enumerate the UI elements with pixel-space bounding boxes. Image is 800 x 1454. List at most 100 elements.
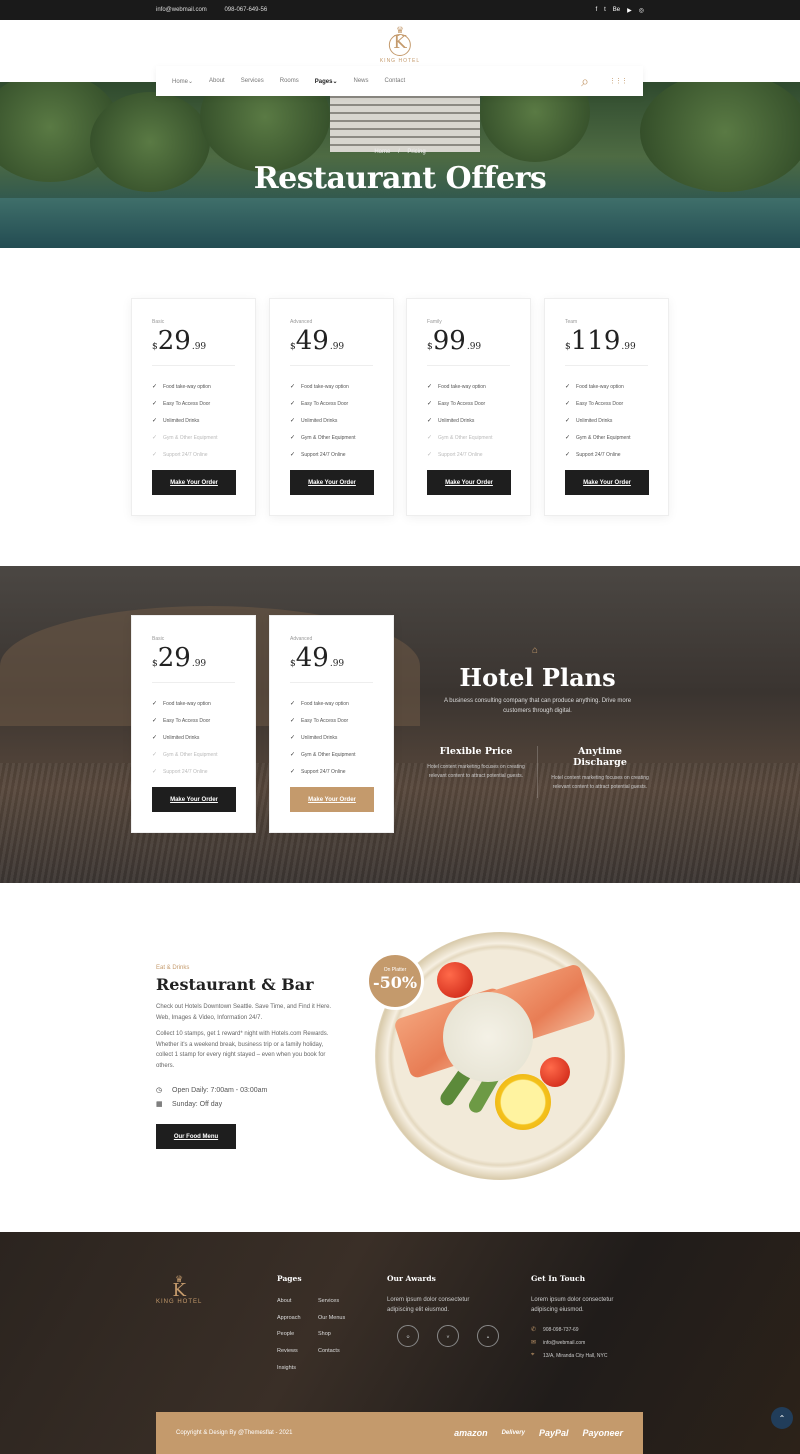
footer-link[interactable]: About <box>277 1298 291 1304</box>
feature-text: Hotel content marketing focuses on creat… <box>551 775 649 790</box>
feature-item: ✓ Food take-way option <box>290 700 349 708</box>
feature-item: ✓ Gym & Other Equipment <box>427 434 493 442</box>
check-icon: ✓ <box>152 384 158 390</box>
pricing-card: Basic $29.99 ✓ Food take-way option ✓ Easy… <box>131 615 256 833</box>
check-icon: ✓ <box>290 452 296 458</box>
pricing-card: Team $119.99 ✓ Food take-way option ✓ Easy… <box>544 298 669 516</box>
feature-item: ✓ Gym & Other Equipment <box>290 751 356 759</box>
phone-icon: ✆ <box>531 1327 537 1333</box>
check-icon: ✓ <box>152 701 158 707</box>
feature-item: ✓ Support 24/7 Online <box>427 451 483 459</box>
footer-link[interactable]: People <box>277 1331 294 1337</box>
nav-contact[interactable]: Contact <box>385 78 406 84</box>
order-button[interactable]: Make Your Order <box>290 787 374 812</box>
hotel-plans-description: A business consulting company that can p… <box>443 698 632 714</box>
check-icon: ✓ <box>152 735 158 741</box>
footer-contact-title: Get In Touch <box>531 1274 586 1283</box>
footer-email[interactable]: ✉ info@webmail.com <box>531 1339 585 1347</box>
grid-menu-icon[interactable]: ⋮⋮⋮ <box>609 77 628 85</box>
footer-link[interactable]: Our Menus <box>318 1315 345 1321</box>
order-button[interactable]: Make Your Order <box>290 470 374 495</box>
check-icon: ✓ <box>290 718 296 724</box>
footer-link[interactable]: Shop <box>318 1331 331 1337</box>
check-icon: ✓ <box>152 401 158 407</box>
food-menu-button[interactable]: Our Food Menu <box>156 1124 236 1149</box>
footer-link[interactable]: Services <box>318 1298 339 1304</box>
award-badge-icon: ❦ <box>437 1325 459 1347</box>
background-deck <box>0 763 800 883</box>
footer-link[interactable]: Reviews <box>277 1348 298 1354</box>
price: $49.99 <box>290 327 373 366</box>
hotel-plans-section <box>0 566 800 883</box>
site-logo[interactable]: ♛ K KING HOTEL <box>379 26 421 65</box>
logo-name: KING HOTEL <box>379 58 421 64</box>
check-icon: ✓ <box>152 718 158 724</box>
location-pin-icon: ⌖ <box>531 1352 535 1358</box>
breadcrumb-home[interactable]: Home <box>374 149 390 155</box>
check-icon: ✓ <box>290 752 296 758</box>
feature-item: ✓ Food take-way option <box>565 383 624 391</box>
restaurant-paragraph: Collect 10 stamps, get 1 reward* night w… <box>156 1031 329 1069</box>
nav-about[interactable]: About <box>209 78 225 84</box>
order-button[interactable]: Make Your Order <box>427 470 511 495</box>
amazon-logo: amazon <box>454 1428 488 1438</box>
check-icon: ✓ <box>290 735 296 741</box>
copyright-bar: Copyright & Design By @Themesflat - 2021… <box>156 1412 643 1454</box>
facebook-icon[interactable]: f <box>595 7 597 14</box>
order-button[interactable]: Make Your Order <box>152 470 236 495</box>
pricing-card: Advanced $49.99 ✓ Food take-way option ✓ E… <box>269 298 394 516</box>
award-badge-icon: ✿ <box>397 1325 419 1347</box>
footer-phone[interactable]: ✆ 908-098-737-69 <box>531 1326 579 1334</box>
closed-day: ▦ Sunday: Off day <box>156 1100 223 1109</box>
check-icon: ✓ <box>290 418 296 424</box>
behance-icon[interactable]: Be <box>613 7 620 14</box>
nav-rooms[interactable]: Rooms <box>280 78 299 84</box>
feature-item: ✓ Easy To Access Door <box>427 400 486 408</box>
pricing-tier: Advanced <box>290 636 313 642</box>
feature-item: ✓ Support 24/7 Online <box>290 768 346 776</box>
check-icon: ✓ <box>152 435 158 441</box>
footer-awards-title: Our Awards <box>387 1274 436 1283</box>
page-title: Restaurant Offers <box>253 161 547 196</box>
feature-item: ✓ Unlimited Drinks <box>152 734 200 742</box>
feature-list: ✓ Food take-way option ✓ Easy To Access Do… <box>290 695 373 780</box>
check-icon: ✓ <box>427 401 433 407</box>
topbar-email[interactable]: info@webmail.com <box>156 7 207 13</box>
feature-item: ✓ Food take-way option <box>290 383 349 391</box>
topbar-phone[interactable]: 098-067-649-56 <box>224 7 267 13</box>
check-icon: ✓ <box>565 418 571 424</box>
feature-title: Flexible Price <box>439 746 513 757</box>
check-icon: ✓ <box>290 701 296 707</box>
opening-hours: ◷ Open Daily: 7:00am - 03:00am <box>156 1086 268 1095</box>
check-icon: ✓ <box>565 384 571 390</box>
pricing-tier: Family <box>427 319 442 325</box>
discount-badge: On Platter -50% <box>366 952 424 1010</box>
feature-item: ✓ Gym & Other Equipment <box>565 434 631 442</box>
instagram-icon[interactable]: ◎ <box>639 7 644 14</box>
check-icon: ✓ <box>152 769 158 775</box>
footer-link[interactable]: Insights <box>277 1365 296 1371</box>
feature-anytime-discharge: Anytime Discharge Hotel content marketin… <box>550 746 650 792</box>
footer-link[interactable]: Contacts <box>318 1348 340 1354</box>
pricing-tier: Basic <box>152 319 165 325</box>
search-icon[interactable]: ⌕ <box>581 73 589 90</box>
order-button[interactable]: Make Your Order <box>565 470 649 495</box>
youtube-icon[interactable]: ▶ <box>627 7 632 14</box>
footer-link[interactable]: Approach <box>277 1315 301 1321</box>
check-icon: ✓ <box>565 452 571 458</box>
logo-letter: K <box>388 34 411 56</box>
feature-item: ✓ Support 24/7 Online <box>565 451 621 459</box>
nav-news[interactable]: News <box>353 78 368 84</box>
twitter-icon[interactable]: t <box>604 7 606 14</box>
order-button[interactable]: Make Your Order <box>152 787 236 812</box>
feature-item: ✓ Support 24/7 Online <box>290 451 346 459</box>
back-to-top-button[interactable]: ⌃ <box>771 1407 793 1429</box>
check-icon: ✓ <box>290 769 296 775</box>
nav-pages[interactable]: Pages⌄ <box>315 78 338 85</box>
footer-logo[interactable]: ♛ K KING HOTEL <box>156 1275 202 1306</box>
nav-services[interactable]: Services <box>241 78 264 84</box>
feature-list: ✓ Food take-way option ✓ Easy To Access Do… <box>427 378 510 463</box>
feature-item: ✓ Unlimited Drinks <box>290 734 338 742</box>
nav-home[interactable]: Home⌄ <box>172 78 193 85</box>
feature-item: ✓ Unlimited Drinks <box>152 417 200 425</box>
